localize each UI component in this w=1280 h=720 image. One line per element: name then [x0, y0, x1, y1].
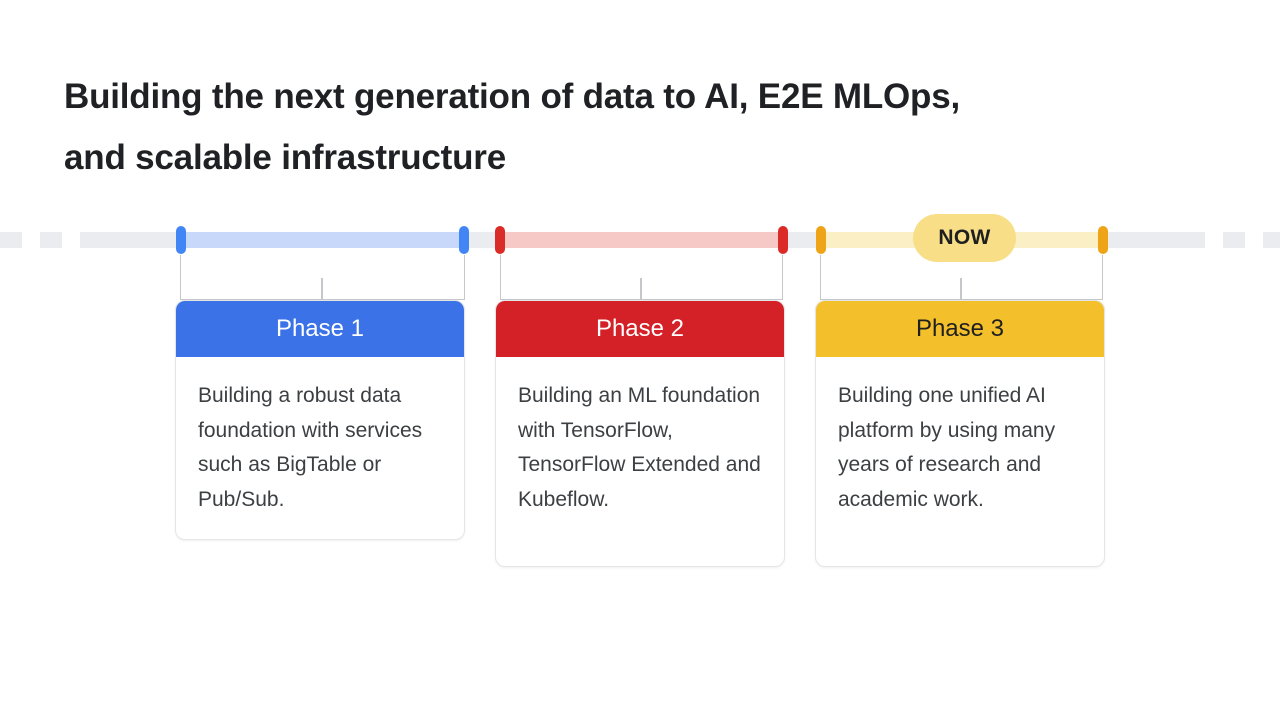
slide-canvas: Building the next generation of data to …: [0, 0, 1280, 720]
page-title: Building the next generation of data to …: [64, 77, 961, 177]
connector-bracket-phase-2: [500, 255, 783, 300]
timeline-marker-phase-3-start: [816, 226, 826, 254]
phase-card-2-header: Phase 2: [496, 301, 784, 357]
phase-card-3-body: Building one unified AI platform by usin…: [838, 384, 1056, 511]
phase-card-1: Phase 1 Building a robust data foundatio…: [175, 300, 465, 540]
timeline-marker-phase-2-start: [495, 226, 505, 254]
phase-card-1-body: Building a robust data foundation with s…: [198, 384, 423, 511]
phase-card-2-body: Building an ML foundation with TensorFlo…: [518, 384, 761, 511]
phase-card-3-header: Phase 3: [816, 301, 1104, 357]
timeline-marker-phase-1-start: [176, 226, 186, 254]
timeline-marker-phase-2-end: [778, 226, 788, 254]
timeline-marker-phase-1-end: [459, 226, 469, 254]
phase-card-2: Phase 2 Building an ML foundation with T…: [495, 300, 785, 567]
timeline-rail-dashes-left: [0, 232, 100, 248]
timeline-segment-phase-1: [180, 232, 465, 248]
timeline: NOW: [0, 214, 1280, 262]
connector-bracket-phase-1: [180, 255, 465, 300]
timeline-marker-phase-3-end: [1098, 226, 1108, 254]
timeline-segment-phase-2: [500, 232, 783, 248]
phase-card-3: Phase 3 Building one unified AI platform…: [815, 300, 1105, 567]
connector-bracket-phase-3: [820, 255, 1103, 300]
phase-card-1-header: Phase 1: [176, 301, 464, 357]
timeline-rail-dashes-right: [1183, 232, 1280, 248]
